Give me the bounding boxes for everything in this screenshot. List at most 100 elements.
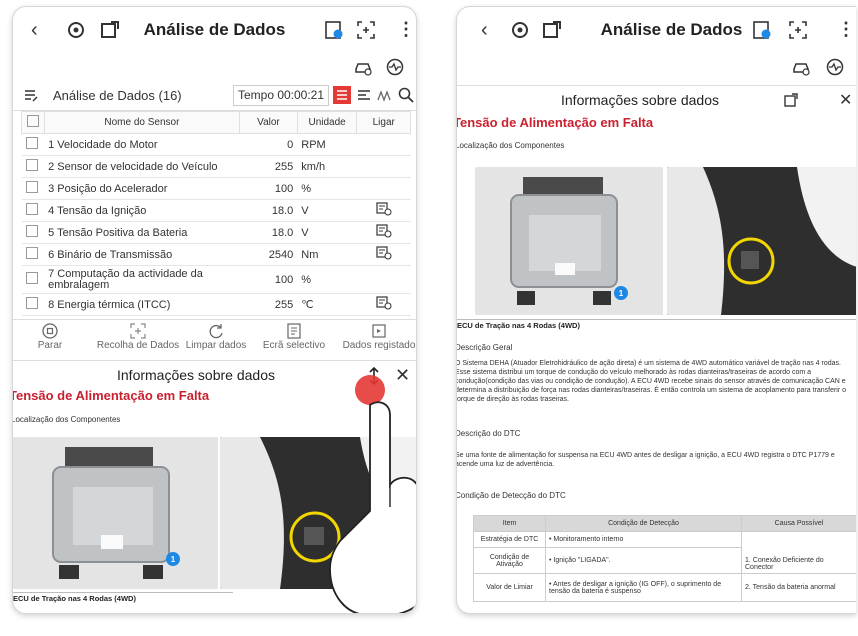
clear-data-button[interactable]: Limpar dados [181, 322, 251, 351]
link-cell[interactable] [356, 243, 411, 266]
table-row[interactable]: 4 Tensão da Ignição 18.0 V [21, 199, 411, 222]
col-link[interactable]: Ligar [356, 111, 411, 134]
ecu-photo: 1 [13, 437, 218, 589]
link-cell[interactable] [356, 293, 411, 316]
row-checkbox[interactable] [25, 297, 38, 309]
row-checkbox[interactable] [25, 181, 38, 193]
stop-button[interactable]: Parar [15, 322, 85, 351]
table-row[interactable]: 2 Sensor de velocidade do Veículo 255 km/h [21, 155, 411, 178]
close-icon[interactable]: ✕ [395, 365, 410, 386]
selective-screen-label: Ecrã selectivo [262, 340, 326, 351]
table-row[interactable]: 7 Computação da actividade da embralagem… [21, 265, 411, 294]
row-checkbox-cell[interactable] [21, 243, 45, 266]
link-graph-icon[interactable] [376, 202, 392, 216]
row-checkbox-cell[interactable] [21, 265, 45, 294]
screenshot-icon[interactable] [355, 19, 377, 41]
data-list-header: Análise de Dados (16) Tempo 00:00:21 [13, 81, 416, 111]
sensor-name: 5 Tensão Positiva da Bateria [44, 221, 240, 244]
col-sensor-name[interactable]: Nome do Sensor [43, 111, 241, 134]
close-icon-right[interactable]: ✕ [839, 90, 852, 110]
link-cell[interactable] [356, 199, 411, 222]
recorded-icon [370, 322, 388, 340]
sensor-value: 18.0 [239, 221, 298, 244]
info-panel-title-right: Informações sobre dados [561, 92, 719, 108]
row-checkbox-cell[interactable] [21, 155, 45, 178]
row-checkbox-cell[interactable] [21, 221, 45, 244]
refresh-icon [207, 322, 225, 340]
top-bar: ‹ Análise de Dados ⋮ [13, 7, 416, 55]
sensor-value: 255 [239, 293, 298, 316]
sensor-value: 18.0 [239, 199, 298, 222]
screenshot-icon-right[interactable] [787, 19, 809, 41]
graph-view-icon[interactable] [376, 86, 394, 104]
report-icon[interactable] [323, 19, 345, 41]
row-checkbox-cell[interactable] [21, 133, 45, 156]
table-row[interactable]: 5 Tensão Positiva da Bateria 18.0 V [21, 221, 411, 244]
row-checkbox[interactable] [25, 272, 38, 284]
list-view-icon[interactable] [333, 86, 351, 104]
row-checkbox-cell[interactable] [21, 177, 45, 200]
row-checkbox[interactable] [25, 203, 38, 215]
sensor-name: 4 Tensão da Ignição [44, 199, 240, 222]
selective-screen-button[interactable]: Ecrã selectivo [259, 322, 329, 351]
dtc-row-condition: • Ignição "LIGADA". [545, 547, 742, 574]
waveform-icon[interactable] [385, 57, 405, 77]
more-menu-icon-right[interactable]: ⋮ [837, 19, 855, 40]
dtc-col-condition: Condição de Detecção [545, 515, 742, 532]
link-cell [356, 265, 411, 294]
report-icon-right[interactable] [751, 19, 773, 41]
row-checkbox[interactable] [25, 137, 38, 149]
select-all-checkbox[interactable] [26, 115, 39, 127]
table-row[interactable]: 3 Posição do Acelerador 100% [21, 177, 411, 200]
general-heading: Descrição Geral [456, 343, 513, 352]
table-row[interactable]: 1 Velocidade do Motor 0 RPM [21, 133, 411, 156]
text-view-icon[interactable] [355, 86, 373, 104]
link-cell[interactable] [356, 221, 411, 244]
sensor-unit: V [297, 221, 357, 244]
stop-label: Parar [37, 340, 63, 351]
capture-icon [129, 322, 147, 340]
table-row[interactable]: 6 Binário de Transmissão 2540 Nm [21, 243, 411, 266]
sensor-unit: % [297, 177, 357, 200]
col-value[interactable]: Valor [239, 111, 298, 134]
sensor-name: 1 Velocidade do Motor [44, 133, 240, 156]
more-menu-icon[interactable]: ⋮ [397, 19, 415, 40]
row-checkbox[interactable] [25, 159, 38, 171]
sensor-name: 6 Binário de Transmissão [44, 243, 240, 266]
dtc-text: Se uma fonte de alimentação for suspensa… [456, 452, 835, 468]
scene: ‹ Análise de Dados ⋮ Análise de Dados (1… [0, 0, 858, 636]
components-label-right: Localização dos Componentes [456, 141, 565, 150]
info-panel-header: Informações sobre dados ✕ [457, 85, 856, 113]
sensor-value: 100 [239, 177, 298, 200]
record-data-button[interactable]: Recolha de Dados [95, 322, 181, 351]
select-all-cell[interactable] [21, 111, 45, 134]
link-cell [356, 155, 411, 178]
stop-icon [41, 322, 59, 340]
recorded-data-button[interactable]: Dados registado [339, 322, 416, 351]
row-checkbox[interactable] [25, 225, 38, 237]
row-checkbox[interactable] [25, 247, 38, 259]
collapse-icon[interactable] [783, 92, 799, 108]
list-edit-icon[interactable] [23, 88, 39, 104]
dtc-heading: Descrição do DTC [456, 429, 521, 438]
detect-heading: Condição de Detecção do DTC [456, 491, 566, 500]
link-graph-icon[interactable] [376, 296, 392, 310]
row-checkbox-cell[interactable] [21, 199, 45, 222]
link-graph-icon[interactable] [376, 246, 392, 260]
sensor-value: 2540 [239, 243, 298, 266]
car-diagnostic-icon[interactable] [353, 57, 373, 77]
search-icon[interactable] [397, 86, 415, 104]
waveform-icon-right[interactable] [825, 57, 845, 77]
section-title-right: Tensão de Alimentação em Falta [456, 115, 654, 130]
ecu-photo-right: 1 [475, 167, 663, 315]
table-row[interactable]: 8 Energia térmica (ITCC) 255 ℃ [21, 293, 411, 316]
recorded-data-label: Dados registado [342, 340, 416, 351]
col-unit[interactable]: Unidade [296, 111, 358, 134]
row-checkbox-cell[interactable] [21, 293, 45, 316]
car-diagnostic-icon-right[interactable] [791, 57, 811, 77]
dtc-cause-1: 1. Conexão Deficiente do Conector [741, 531, 856, 574]
components-label: Localização dos Componentes [12, 415, 121, 424]
dtc-row-item: Valor de Limiar [473, 573, 546, 602]
sensor-unit: RPM [297, 133, 357, 156]
link-graph-icon[interactable] [376, 224, 392, 238]
